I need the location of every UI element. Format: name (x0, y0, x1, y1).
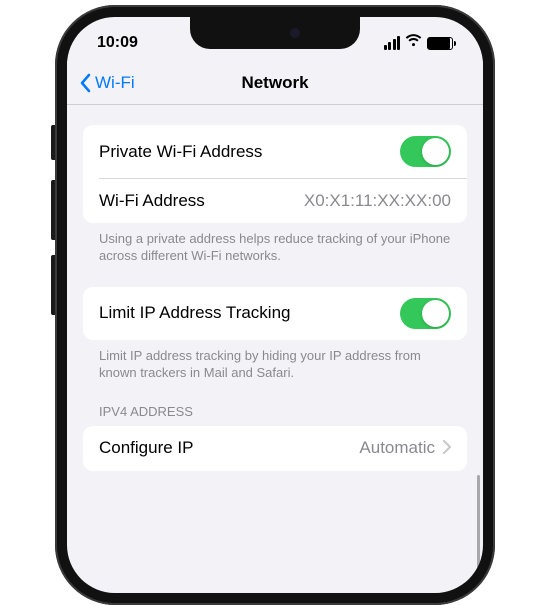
configure-ip-value: Automatic (359, 438, 435, 458)
wifi-address-value: X0:X1:11:XX:XX:00 (304, 191, 451, 211)
cellular-signal-icon (384, 36, 401, 50)
device-notch (190, 17, 360, 49)
page-title: Network (241, 73, 308, 93)
wifi-icon (405, 34, 422, 52)
battery-icon (427, 37, 453, 50)
limit-ip-tracking-row: Limit IP Address Tracking (83, 287, 467, 340)
configure-ip-row[interactable]: Configure IP Automatic (83, 426, 467, 471)
private-wifi-address-row: Private Wi-Fi Address (83, 125, 467, 178)
wifi-address-label: Wi-Fi Address (99, 191, 205, 211)
chevron-left-icon (79, 73, 91, 93)
back-button[interactable]: Wi-Fi (79, 73, 135, 93)
back-label: Wi-Fi (95, 73, 135, 93)
limit-tracking-toggle[interactable] (400, 298, 451, 329)
limit-tracking-label: Limit IP Address Tracking (99, 303, 291, 323)
chevron-right-icon (443, 437, 451, 460)
ipv4-section-header: IPV4 Address (83, 404, 467, 426)
limit-tracking-footer: Limit IP address tracking by hiding your… (83, 340, 467, 382)
configure-ip-label: Configure IP (99, 438, 194, 458)
private-wifi-toggle[interactable] (400, 136, 451, 167)
wifi-address-row: Wi-Fi Address X0:X1:11:XX:XX:00 (83, 179, 467, 223)
private-wifi-label: Private Wi-Fi Address (99, 142, 262, 162)
scrollbar[interactable] (477, 475, 480, 575)
private-wifi-footer: Using a private address helps reduce tra… (83, 223, 467, 265)
navigation-bar: Wi-Fi Network (67, 61, 483, 105)
